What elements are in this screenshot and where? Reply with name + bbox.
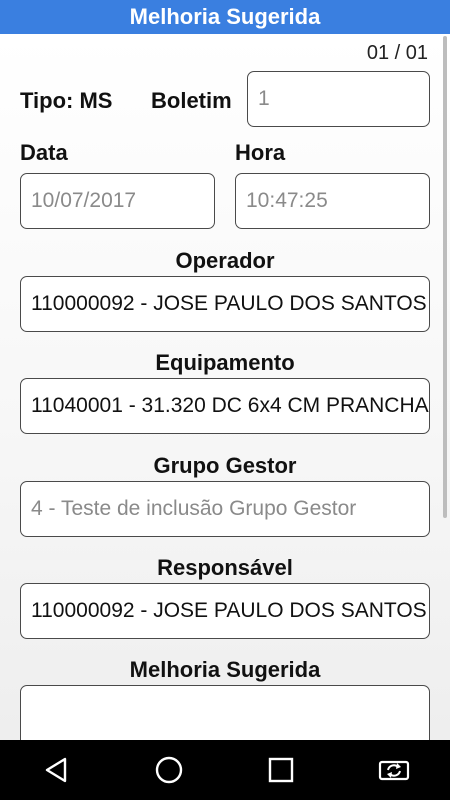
data-label: Data — [20, 140, 68, 165]
grupo-gestor-label: Grupo Gestor — [153, 453, 297, 478]
grupo-gestor-value: 4 - Teste de inclusão Grupo Gestor — [31, 497, 357, 520]
page-title: Melhoria Sugerida — [129, 4, 321, 29]
boletim-value: 1 — [258, 87, 270, 110]
tipo-label: Tipo: MS — [20, 88, 113, 113]
grupo-gestor-field[interactable]: 4 - Teste de inclusão Grupo Gestor — [20, 481, 430, 537]
responsavel-value: 110000092 - JOSE PAULO DOS SANTOS — [31, 599, 427, 622]
boletim-field[interactable]: 1 — [247, 71, 430, 127]
home-button[interactable] — [139, 740, 199, 800]
hora-field[interactable]: 10:47:25 — [235, 173, 430, 229]
rotate-button[interactable] — [364, 740, 424, 800]
back-button[interactable] — [26, 740, 86, 800]
data-value: 10/07/2017 — [31, 189, 137, 212]
back-icon — [46, 757, 67, 783]
hora-label: Hora — [235, 140, 286, 165]
equipamento-field[interactable]: 11040001 - 31.320 DC 6x4 CM PRANCHA — [20, 378, 430, 434]
responsavel-label: Responsável — [157, 555, 293, 580]
melhoria-textarea[interactable] — [20, 685, 430, 740]
scrollbar[interactable] — [443, 36, 447, 518]
form-scroll-area[interactable]: 01 / 01 Tipo: MS Boletim 1 Data Hora 10/… — [0, 34, 450, 740]
recents-button[interactable] — [251, 740, 311, 800]
app-header: Melhoria Sugerida — [0, 0, 450, 34]
equipamento-value: 11040001 - 31.320 DC 6x4 CM PRANCHA — [31, 394, 429, 417]
hora-value: 10:47:25 — [246, 189, 328, 212]
equipamento-label: Equipamento — [155, 350, 295, 375]
screen-rotate-icon — [378, 760, 409, 781]
recents-icon — [269, 757, 294, 783]
responsavel-field[interactable]: 110000092 - JOSE PAULO DOS SANTOS — [20, 583, 430, 639]
record-counter: 01 / 01 — [366, 42, 428, 64]
operador-field[interactable]: 110000092 - JOSE PAULO DOS SANTOS — [20, 276, 430, 332]
data-field[interactable]: 10/07/2017 — [20, 173, 215, 229]
melhoria-label: Melhoria Sugerida — [129, 657, 321, 682]
boletim-label: Boletim — [151, 88, 232, 113]
home-icon — [155, 756, 182, 784]
operador-value: 110000092 - JOSE PAULO DOS SANTOS — [31, 292, 427, 315]
system-navbar — [0, 740, 450, 800]
operador-label: Operador — [175, 248, 275, 273]
